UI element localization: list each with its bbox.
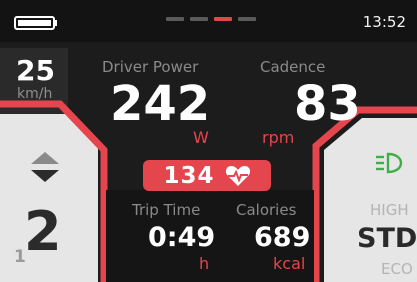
calories-label: Calories — [236, 201, 297, 219]
gear-up-down-icon[interactable] — [28, 150, 62, 184]
ebike-display: 13:52 25 km/h Driver Power 242 W Cadence… — [0, 0, 417, 282]
page-dot[interactable] — [214, 17, 232, 21]
trip-time-unit: h — [199, 254, 210, 273]
calories-value: 689 — [254, 222, 311, 253]
assist-mode-option-high[interactable]: HIGH — [370, 201, 409, 219]
cadence-label: Cadence — [260, 58, 326, 76]
page-indicator[interactable] — [166, 16, 262, 22]
page-dot[interactable] — [166, 17, 184, 21]
cadence-unit: rpm — [262, 128, 295, 147]
driver-power-value: 242 — [110, 76, 211, 132]
assist-mode-option-eco[interactable]: ECO — [381, 260, 413, 278]
trip-time-label: Trip Time — [132, 201, 201, 219]
page-dot[interactable] — [190, 17, 208, 21]
assist-mode-selected[interactable]: STD — [357, 223, 417, 254]
clock-time: 13:52 — [362, 13, 406, 31]
page-dot[interactable] — [238, 17, 256, 21]
heart-pulse-icon — [225, 165, 250, 186]
speed-value: 25 — [16, 54, 55, 87]
gear-current: 2 — [24, 200, 62, 263]
heart-rate-badge: 134 — [143, 160, 271, 191]
trip-time-value: 0:49 — [148, 222, 216, 253]
heart-rate-value: 134 — [163, 162, 215, 189]
speed-unit: km/h — [17, 86, 53, 102]
battery-icon — [14, 16, 57, 30]
calories-unit: kcal — [273, 254, 306, 273]
headlight-icon[interactable] — [374, 152, 404, 174]
cadence-value: 83 — [294, 76, 361, 132]
driver-power-unit: W — [193, 128, 209, 147]
driver-power-label: Driver Power — [102, 58, 199, 76]
